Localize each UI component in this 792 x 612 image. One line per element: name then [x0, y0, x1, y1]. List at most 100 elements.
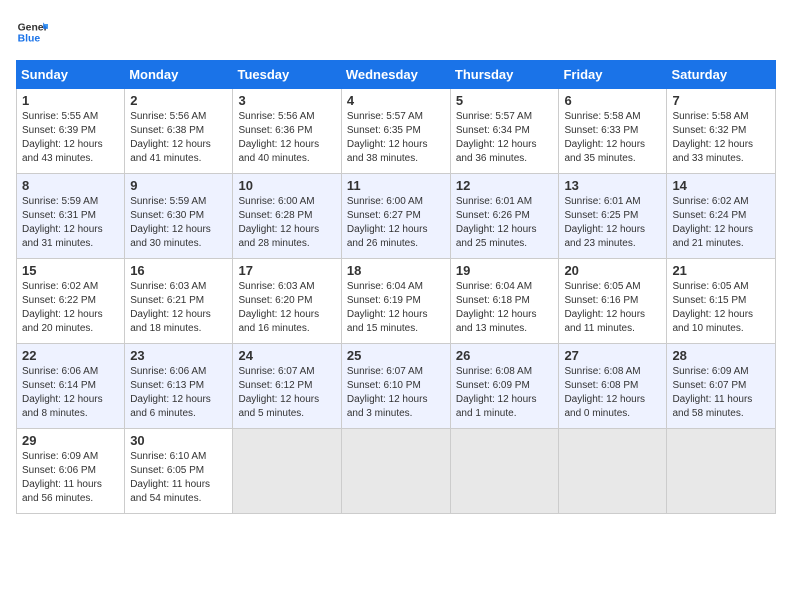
day-number: 15	[22, 263, 119, 278]
calendar-cell: 17 Sunrise: 6:03 AM Sunset: 6:20 PM Dayli…	[233, 259, 341, 344]
day-number: 11	[347, 178, 445, 193]
day-info: Sunrise: 5:58 AM Sunset: 6:33 PM Dayligh…	[564, 110, 661, 166]
calendar-cell: 4Sunrise: 5:57 AM Sunset: 6:35 PM Daylig…	[341, 89, 450, 174]
day-number: 22	[22, 348, 119, 363]
calendar-cell: 5Sunrise: 5:57 AM Sunset: 6:34 PM Daylig…	[450, 89, 559, 174]
page-header: General Blue	[16, 16, 776, 48]
weekday-header-friday: Friday	[559, 61, 667, 89]
calendar-cell: 9 Sunrise: 5:59 AM Sunset: 6:30 PM Daylig…	[125, 174, 233, 259]
day-number: 21	[672, 263, 770, 278]
calendar-cell: 10Sunrise: 6:00 AM Sunset: 6:28 PM Dayli…	[233, 174, 341, 259]
day-info: Sunrise: 5:56 AM Sunset: 6:38 PM Dayligh…	[130, 110, 227, 166]
calendar-cell: 25 Sunrise: 6:07 AM Sunset: 6:10 PM Dayli…	[341, 344, 450, 429]
calendar-cell	[559, 429, 667, 514]
day-info: Sunrise: 6:03 AM Sunset: 6:20 PM Dayligh…	[238, 280, 335, 336]
calendar-cell: 18Sunrise: 6:04 AM Sunset: 6:19 PM Dayli…	[341, 259, 450, 344]
calendar-cell: 27 Sunrise: 6:08 AM Sunset: 6:08 PM Dayli…	[559, 344, 667, 429]
logo-icon: General Blue	[16, 16, 48, 48]
day-info: Sunrise: 6:08 AM Sunset: 6:08 PM Dayligh…	[564, 365, 661, 421]
day-number: 13	[564, 178, 661, 193]
day-info: Sunrise: 6:04 AM Sunset: 6:19 PM Dayligh…	[347, 280, 445, 336]
calendar-cell: 19Sunrise: 6:04 AM Sunset: 6:18 PM Dayli…	[450, 259, 559, 344]
day-number: 29	[22, 433, 119, 448]
day-number: 12	[456, 178, 554, 193]
day-number: 6	[564, 93, 661, 108]
weekday-header-saturday: Saturday	[667, 61, 776, 89]
calendar-cell: 21 Sunrise: 6:05 AM Sunset: 6:15 PM Dayli…	[667, 259, 776, 344]
day-number: 7	[672, 93, 770, 108]
weekday-header-sunday: Sunday	[17, 61, 125, 89]
day-number: 27	[564, 348, 661, 363]
day-info: Sunrise: 5:55 AM Sunset: 6:39 PM Dayligh…	[22, 110, 119, 166]
day-info: Sunrise: 6:10 AM Sunset: 6:05 PM Dayligh…	[130, 450, 227, 506]
calendar-cell: 20 Sunrise: 6:05 AM Sunset: 6:16 PM Dayli…	[559, 259, 667, 344]
week-row-3: 15 Sunrise: 6:02 AM Sunset: 6:22 PM Dayli…	[17, 259, 776, 344]
weekday-header-thursday: Thursday	[450, 61, 559, 89]
calendar-cell: 15 Sunrise: 6:02 AM Sunset: 6:22 PM Dayli…	[17, 259, 125, 344]
calendar-cell: 28 Sunrise: 6:09 AM Sunset: 6:07 PM Dayli…	[667, 344, 776, 429]
day-number: 14	[672, 178, 770, 193]
day-number: 25	[347, 348, 445, 363]
calendar-cell: 8 Sunrise: 5:59 AM Sunset: 6:31 PM Daylig…	[17, 174, 125, 259]
day-info: Sunrise: 5:58 AM Sunset: 6:32 PM Dayligh…	[672, 110, 770, 166]
calendar-cell: 23Sunrise: 6:06 AM Sunset: 6:13 PM Dayli…	[125, 344, 233, 429]
day-number: 2	[130, 93, 227, 108]
week-row-2: 8 Sunrise: 5:59 AM Sunset: 6:31 PM Daylig…	[17, 174, 776, 259]
day-info: Sunrise: 6:05 AM Sunset: 6:15 PM Dayligh…	[672, 280, 770, 336]
day-number: 5	[456, 93, 554, 108]
calendar-cell: 2 Sunrise: 5:56 AM Sunset: 6:38 PM Daylig…	[125, 89, 233, 174]
calendar-cell: 14 Sunrise: 6:02 AM Sunset: 6:24 PM Dayli…	[667, 174, 776, 259]
week-row-4: 22 Sunrise: 6:06 AM Sunset: 6:14 PM Dayli…	[17, 344, 776, 429]
calendar-cell	[341, 429, 450, 514]
day-info: Sunrise: 6:06 AM Sunset: 6:14 PM Dayligh…	[22, 365, 119, 421]
day-number: 26	[456, 348, 554, 363]
day-number: 1	[22, 93, 119, 108]
calendar-cell: 30 Sunrise: 6:10 AM Sunset: 6:05 PM Dayli…	[125, 429, 233, 514]
calendar-cell	[450, 429, 559, 514]
weekday-header-tuesday: Tuesday	[233, 61, 341, 89]
day-info: Sunrise: 6:07 AM Sunset: 6:10 PM Dayligh…	[347, 365, 445, 421]
day-number: 24	[238, 348, 335, 363]
weekday-header-row: SundayMondayTuesdayWednesdayThursdayFrid…	[17, 61, 776, 89]
week-row-5: 29Sunrise: 6:09 AM Sunset: 6:06 PM Dayli…	[17, 429, 776, 514]
calendar-cell: 16Sunrise: 6:03 AM Sunset: 6:21 PM Dayli…	[125, 259, 233, 344]
calendar-cell: 26 Sunrise: 6:08 AM Sunset: 6:09 PM Dayli…	[450, 344, 559, 429]
day-info: Sunrise: 6:04 AM Sunset: 6:18 PM Dayligh…	[456, 280, 554, 336]
calendar-cell: 12 Sunrise: 6:01 AM Sunset: 6:26 PM Dayli…	[450, 174, 559, 259]
day-number: 30	[130, 433, 227, 448]
calendar-cell: 1 Sunrise: 5:55 AM Sunset: 6:39 PM Daylig…	[17, 89, 125, 174]
day-info: Sunrise: 6:07 AM Sunset: 6:12 PM Dayligh…	[238, 365, 335, 421]
calendar-cell: 3Sunrise: 5:56 AM Sunset: 6:36 PM Daylig…	[233, 89, 341, 174]
logo: General Blue	[16, 16, 48, 48]
calendar-cell: 7 Sunrise: 5:58 AM Sunset: 6:32 PM Daylig…	[667, 89, 776, 174]
svg-text:Blue: Blue	[18, 34, 41, 45]
calendar-table: SundayMondayTuesdayWednesdayThursdayFrid…	[16, 60, 776, 514]
day-info: Sunrise: 5:57 AM Sunset: 6:35 PM Dayligh…	[347, 110, 445, 166]
calendar-cell: 29Sunrise: 6:09 AM Sunset: 6:06 PM Dayli…	[17, 429, 125, 514]
day-number: 20	[564, 263, 661, 278]
day-info: Sunrise: 6:02 AM Sunset: 6:24 PM Dayligh…	[672, 195, 770, 251]
day-info: Sunrise: 6:01 AM Sunset: 6:26 PM Dayligh…	[456, 195, 554, 251]
day-info: Sunrise: 6:05 AM Sunset: 6:16 PM Dayligh…	[564, 280, 661, 336]
day-number: 9	[130, 178, 227, 193]
day-info: Sunrise: 6:00 AM Sunset: 6:28 PM Dayligh…	[238, 195, 335, 251]
day-info: Sunrise: 6:03 AM Sunset: 6:21 PM Dayligh…	[130, 280, 227, 336]
calendar-cell: 13 Sunrise: 6:01 AM Sunset: 6:25 PM Dayli…	[559, 174, 667, 259]
calendar-cell	[667, 429, 776, 514]
calendar-cell: 6 Sunrise: 5:58 AM Sunset: 6:33 PM Daylig…	[559, 89, 667, 174]
day-info: Sunrise: 6:02 AM Sunset: 6:22 PM Dayligh…	[22, 280, 119, 336]
day-info: Sunrise: 6:08 AM Sunset: 6:09 PM Dayligh…	[456, 365, 554, 421]
week-row-1: 1 Sunrise: 5:55 AM Sunset: 6:39 PM Daylig…	[17, 89, 776, 174]
day-info: Sunrise: 5:59 AM Sunset: 6:31 PM Dayligh…	[22, 195, 119, 251]
day-number: 23	[130, 348, 227, 363]
day-number: 17	[238, 263, 335, 278]
calendar-cell: 24 Sunrise: 6:07 AM Sunset: 6:12 PM Dayli…	[233, 344, 341, 429]
day-info: Sunrise: 6:09 AM Sunset: 6:07 PM Dayligh…	[672, 365, 770, 421]
calendar-cell: 11Sunrise: 6:00 AM Sunset: 6:27 PM Dayli…	[341, 174, 450, 259]
day-number: 28	[672, 348, 770, 363]
weekday-header-monday: Monday	[125, 61, 233, 89]
day-info: Sunrise: 5:59 AM Sunset: 6:30 PM Dayligh…	[130, 195, 227, 251]
day-info: Sunrise: 5:56 AM Sunset: 6:36 PM Dayligh…	[238, 110, 335, 166]
day-info: Sunrise: 6:01 AM Sunset: 6:25 PM Dayligh…	[564, 195, 661, 251]
day-number: 8	[22, 178, 119, 193]
